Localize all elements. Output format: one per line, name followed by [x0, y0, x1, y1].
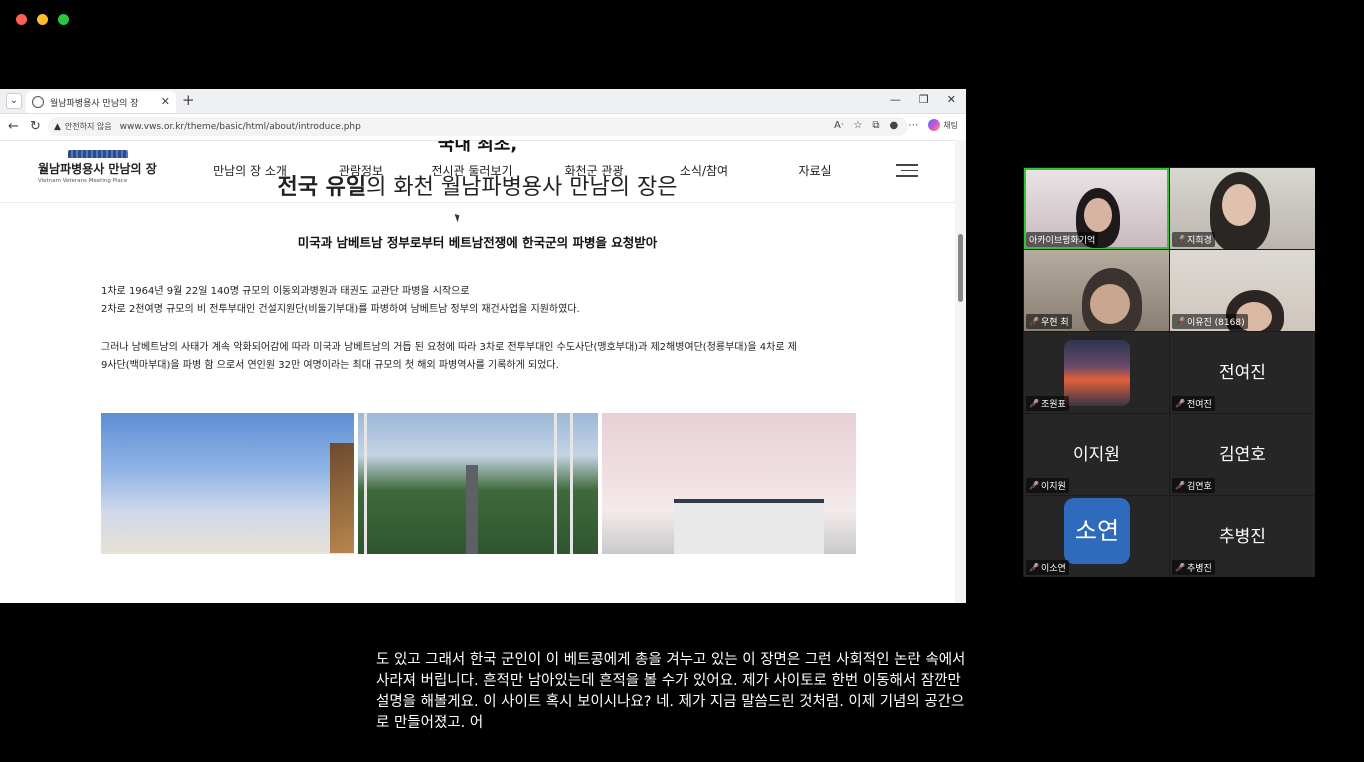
new-tab-plus-icon[interactable]: +: [182, 91, 195, 109]
participant-tile[interactable]: 🎤̸ 지희경: [1170, 168, 1315, 249]
tab-actions-chevron-icon[interactable]: ⌄: [6, 93, 22, 109]
favorite-star-icon[interactable]: ☆: [853, 120, 862, 131]
close-icon[interactable]: ✕: [947, 93, 956, 106]
participant-tile[interactable]: 아카이브평화기억: [1024, 168, 1169, 249]
window-controls: [16, 14, 69, 25]
participant-name: 🎤̸ 우현 최: [1026, 314, 1072, 329]
headline-rest: 의 화천 월남파병용사 만남의 장은: [366, 175, 678, 200]
muted-mic-icon: 🎤̸: [1029, 399, 1039, 408]
participant-name: 아카이브평화기억: [1026, 232, 1099, 247]
close-window-button[interactable]: [16, 14, 27, 25]
more-menu-icon[interactable]: ⋯: [908, 120, 918, 131]
page-scrollbar[interactable]: [955, 140, 966, 603]
participant-name: 🎤̸ 이지원: [1026, 478, 1069, 493]
para2-line1: 그러나 남베트남의 사태가 계속 악화되어감에 따라 미국과 남베트남의 거듭 …: [101, 342, 797, 353]
browser-window-controls: — ❐ ✕: [890, 93, 956, 106]
read-aloud-icon[interactable]: Aᐧ: [834, 120, 843, 131]
participant-tile[interactable]: 🎤̸ 우현 최: [1024, 250, 1169, 331]
minimize-window-button[interactable]: [37, 14, 48, 25]
gallery-photo-memorial: [358, 413, 598, 554]
tab-bar: ⌄ 월남파병용사 만남의 장 ✕ + — ❐ ✕: [0, 89, 966, 114]
mouse-cursor-icon: [454, 212, 462, 223]
muted-mic-icon: 🎤̸: [1029, 481, 1039, 490]
tab-close-icon[interactable]: ✕: [161, 95, 170, 108]
participant-display-name: 추병진: [1219, 527, 1266, 547]
clipped-heading: 국내 최초,: [437, 140, 518, 155]
copilot-label: 채팅: [943, 120, 958, 130]
headline-bold: 전국 유일: [277, 175, 367, 200]
photo-gallery: [101, 413, 856, 554]
participant-tile[interactable]: 이지원 🎤̸ 이지원: [1024, 414, 1169, 495]
webpage-content: 월남파병용사 만남의 장 Vietnam Veterans Meeting Pl…: [0, 140, 955, 603]
para1-line2: 2차로 2천여명 규모의 비 전투부대인 건설지원단(비둘기부대)를 파병하여 …: [101, 304, 580, 315]
caption-line: 사라져 버립니다. 흔적만 남아있는데 흔적을 볼 수가 있어요. 제가 사이토…: [376, 673, 961, 689]
minimize-icon[interactable]: —: [890, 93, 901, 106]
muted-mic-icon: 🎤̸: [1175, 563, 1185, 572]
security-label[interactable]: 안전하지 않음: [65, 121, 112, 132]
muted-mic-icon: 🎤̸: [1029, 563, 1039, 572]
participant-display-name: 전여진: [1219, 363, 1266, 383]
participant-tile[interactable]: 추병진 🎤̸ 추병진: [1170, 496, 1315, 577]
tab-title: 월남파병용사 만남의 장: [50, 98, 139, 109]
muted-mic-icon: 🎤̸: [1175, 481, 1185, 490]
restore-icon[interactable]: ❐: [919, 93, 929, 106]
muted-mic-icon: 🎤̸: [1175, 235, 1185, 244]
page-subheading: 미국과 남베트남 정부로부터 베트남전쟁에 한국군의 파병을 요청받아: [297, 235, 658, 250]
participant-name: 🎤̸ 조원표: [1026, 396, 1069, 411]
participant-tile[interactable]: 김연호 🎤̸ 김연호: [1170, 414, 1315, 495]
participant-gallery: 아카이브평화기억 🎤̸ 지희경 🎤̸ 우현 최 🎤̸ 이유진 (8168) 🎤̸ 조원표…: [1023, 167, 1315, 577]
participant-name: 🎤̸ 이소연: [1026, 560, 1069, 575]
globe-icon: [32, 96, 44, 108]
caption-line: 설명을 해볼게요. 이 사이트 혹시 보이시나요? 네. 제가 지금 말씀드린 …: [376, 694, 965, 710]
para2-line2: 9사단(백마부대)을 파병 함 으로서 연인원 32만 여명이라는 최대 규모의…: [101, 360, 559, 371]
address-bar: ← ↻ ▲ 안전하지 않음 www.vws.or.kr/theme/basic/…: [0, 114, 966, 141]
caption-line: 로 만들어졌고. 어: [376, 715, 484, 731]
scrollbar-thumb[interactable]: [958, 234, 963, 302]
copilot-icon: [928, 119, 941, 131]
profile-icon[interactable]: ●: [890, 120, 899, 131]
collections-icon[interactable]: ⧉: [872, 120, 879, 131]
participant-name: 🎤̸ 지희경: [1172, 232, 1215, 247]
live-captions: 도 있고 그래서 한국 군인이 이 베트콩에게 총을 겨누고 있는 이 장면은 …: [376, 650, 1006, 734]
participant-tile[interactable]: 전여진 🎤̸ 전여진: [1170, 332, 1315, 413]
browser-tab[interactable]: 월남파병용사 만남의 장 ✕: [26, 91, 176, 113]
para1-line1: 1차로 1964년 9월 22일 140명 규모의 이동외과병원과 태권도 교관…: [101, 286, 470, 297]
caption-line: 도 있고 그래서 한국 군인이 이 베트콩에게 총을 겨누고 있는 이 장면은 …: [376, 652, 966, 668]
participant-name: 🎤̸ 김연호: [1172, 478, 1215, 493]
participant-tile[interactable]: 🎤̸ 조원표: [1024, 332, 1169, 413]
participant-name: 🎤̸ 전여진: [1172, 396, 1215, 411]
participant-tile[interactable]: 🎤̸ 이유진 (8168): [1170, 250, 1315, 331]
warning-icon[interactable]: ▲: [54, 122, 61, 132]
refresh-icon[interactable]: ↻: [30, 119, 41, 134]
participant-display-name: 김연호: [1219, 445, 1266, 465]
muted-mic-icon: 🎤̸: [1029, 317, 1039, 326]
participant-tile[interactable]: 소연 🎤̸ 이소연: [1024, 496, 1169, 577]
participant-name: 🎤̸ 추병진: [1172, 560, 1215, 575]
gallery-photo-cherry-blossom: [602, 413, 856, 554]
participant-name: 🎤̸ 이유진 (8168): [1172, 314, 1248, 329]
url-field[interactable]: ▲ 안전하지 않음 www.vws.or.kr/theme/basic/html…: [48, 117, 908, 136]
muted-mic-icon: 🎤̸: [1175, 317, 1185, 326]
muted-mic-icon: 🎤̸: [1175, 399, 1185, 408]
participant-display-name: 이지원: [1073, 445, 1120, 465]
participant-avatar-photo: [1064, 340, 1130, 406]
intro-paragraph-1: 1차로 1964년 9월 22일 140명 규모의 이동외과병원과 태권도 교관…: [101, 283, 861, 319]
shared-browser-window: ⌄ 월남파병용사 만남의 장 ✕ + — ❐ ✕ ← ↻ ▲ 안전하지 않음 w…: [0, 89, 966, 603]
intro-paragraph-2: 그러나 남베트남의 사태가 계속 악화되어감에 따라 미국과 남베트남의 거듭 …: [101, 339, 861, 375]
participant-avatar: 소연: [1064, 498, 1130, 564]
back-arrow-icon[interactable]: ←: [8, 119, 19, 134]
maximize-window-button[interactable]: [58, 14, 69, 25]
gallery-photo-sky: [101, 413, 354, 554]
toolbar-icons: Aᐧ ☆ ⧉ ● ⋯ 채팅: [834, 119, 958, 131]
page-headline: 전국 유일의 화천 월남파병용사 만남의 장은: [0, 169, 955, 201]
url-text[interactable]: www.vws.or.kr/theme/basic/html/about/int…: [120, 122, 361, 132]
copilot-button[interactable]: 채팅: [928, 119, 958, 131]
